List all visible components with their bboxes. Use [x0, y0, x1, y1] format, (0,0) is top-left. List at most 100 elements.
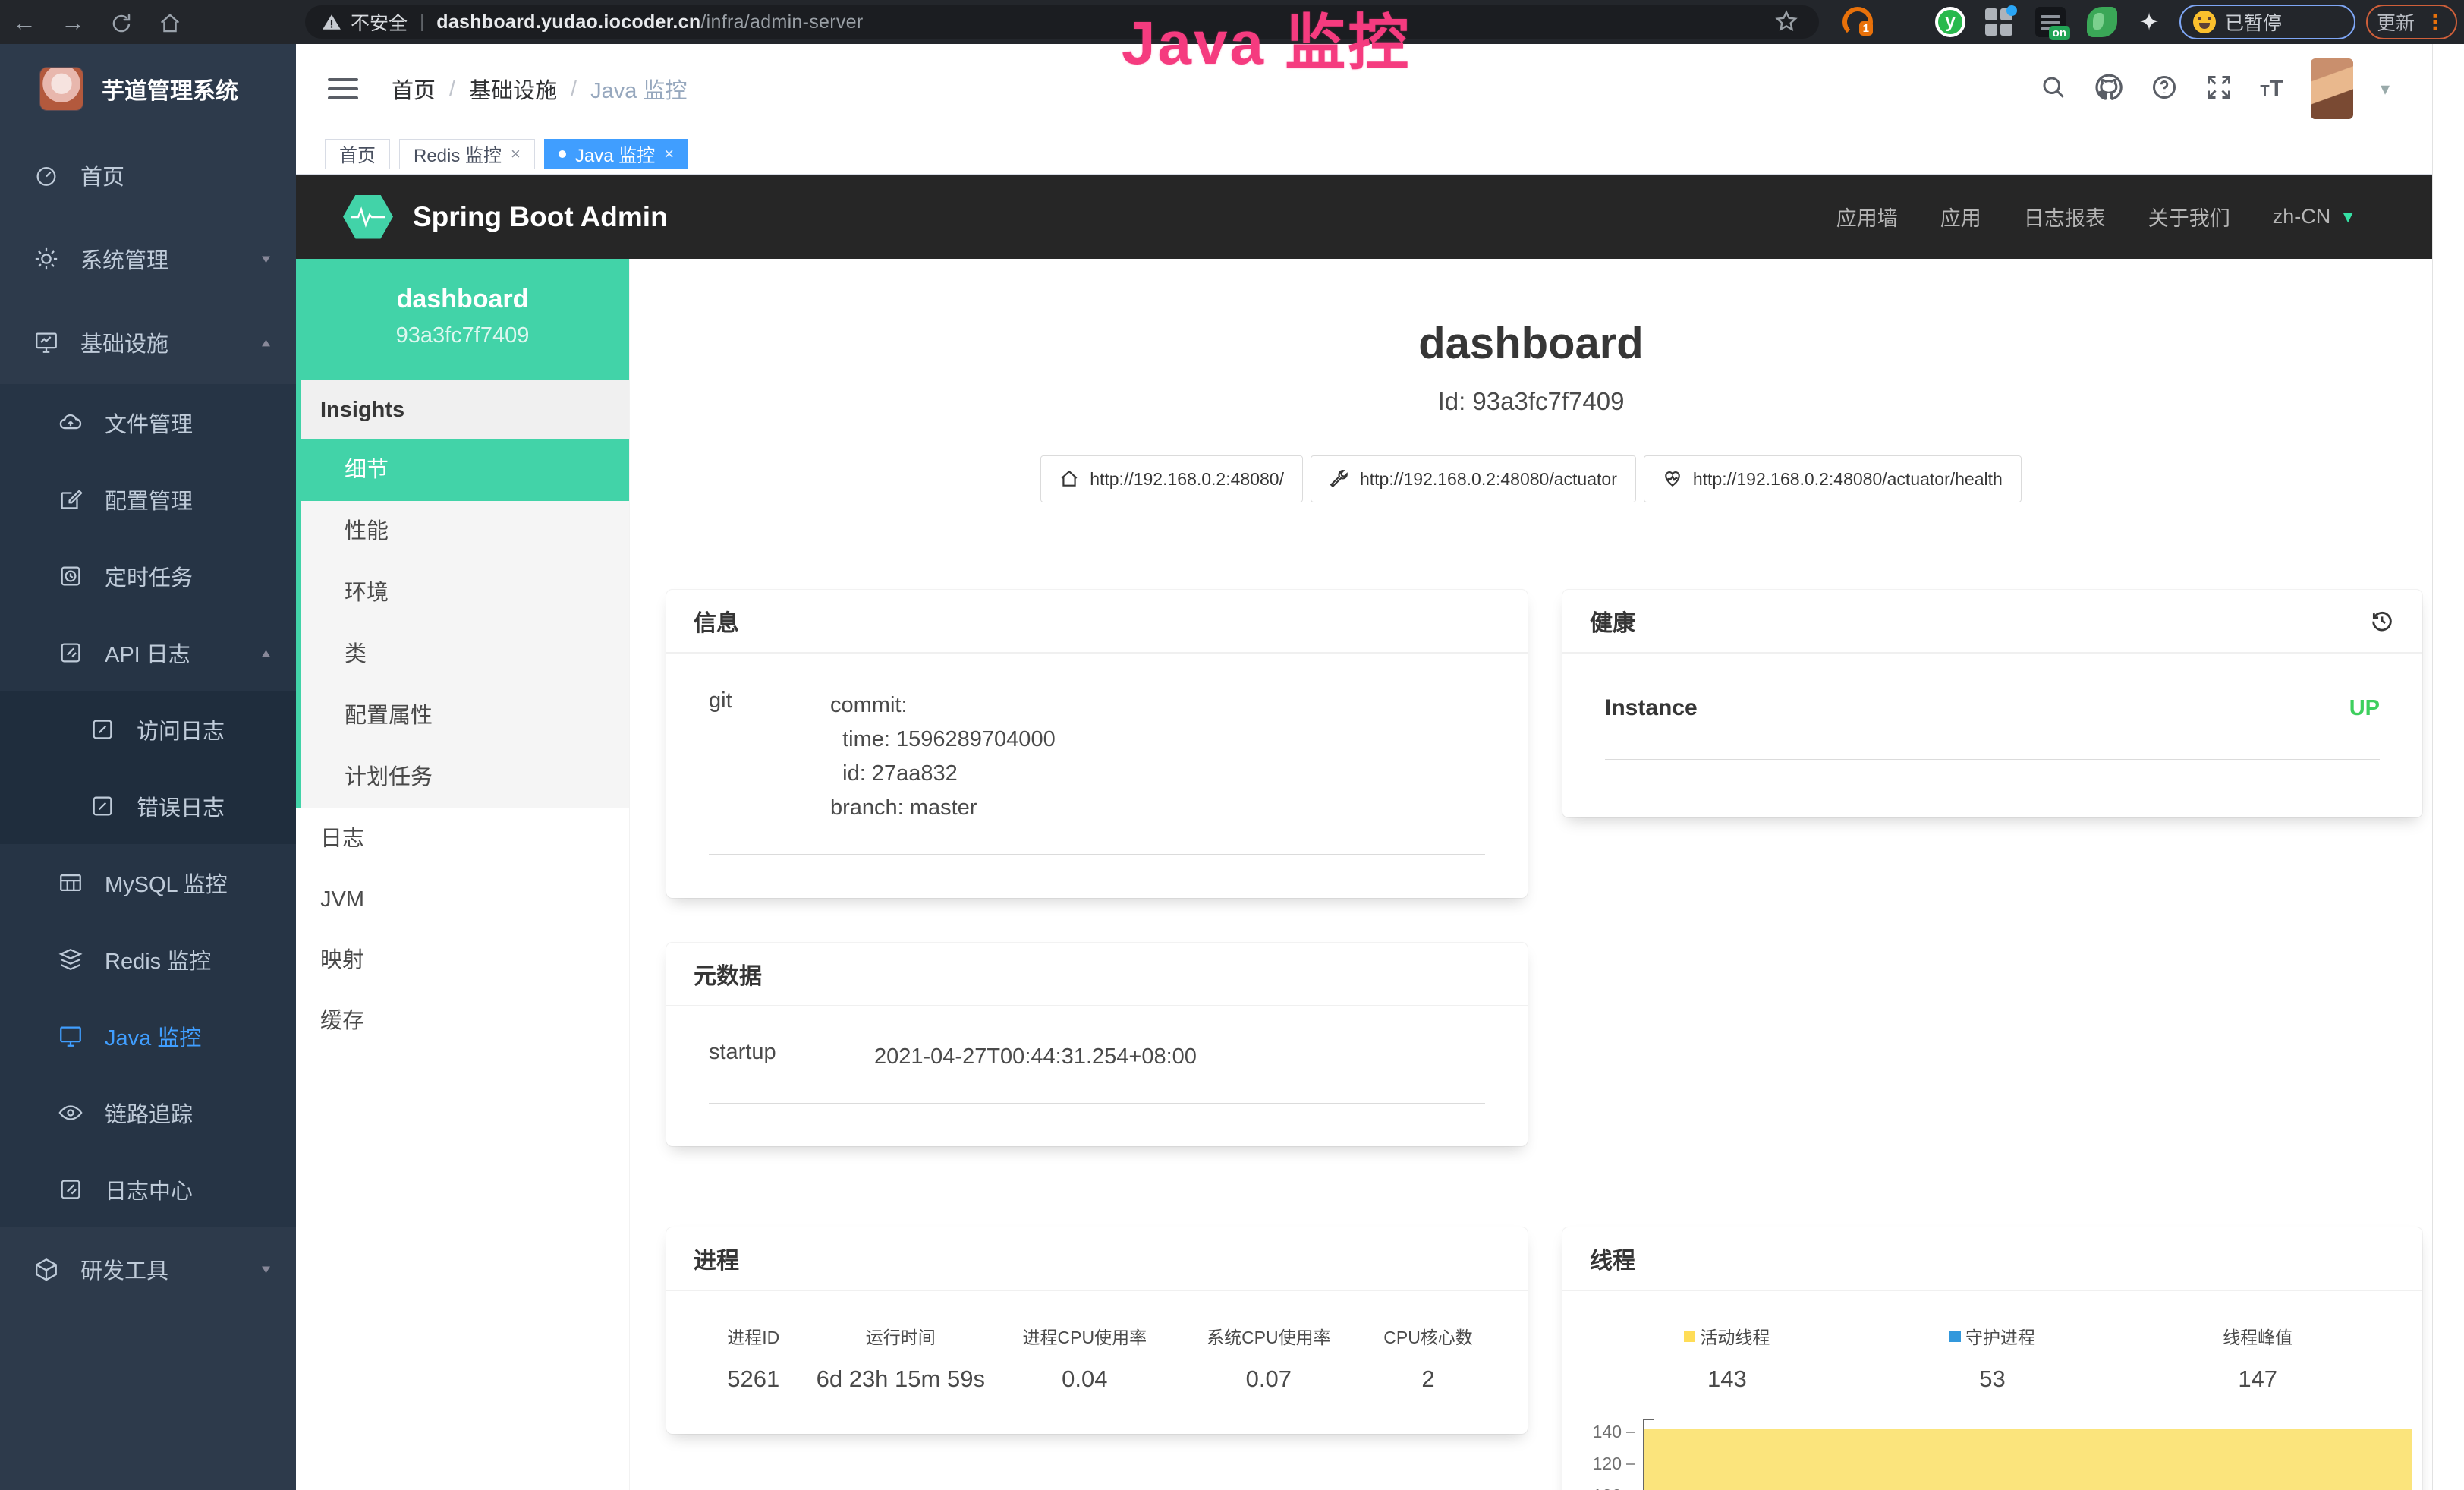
- log-icon: [90, 793, 115, 819]
- chrome-menu-icon[interactable]: ⋮: [2425, 10, 2447, 35]
- sba-item-env[interactable]: 环境: [301, 562, 629, 624]
- extension-y-icon[interactable]: y: [1935, 7, 1965, 37]
- sidebar-item-infra[interactable]: 基础设施 ▴: [0, 301, 296, 384]
- breadcrumb-infra[interactable]: 基础设施: [469, 73, 557, 105]
- sba-navbar: Spring Boot Admin 应用墙 应用 日志报表 关于我们 zh-CN…: [296, 175, 2432, 259]
- y-tick-120: 120: [1582, 1454, 1635, 1474]
- breadcrumb: 首页 / 基础设施 / Java 监控: [392, 73, 687, 105]
- sidebar-item-api-log[interactable]: API 日志 ▴: [0, 614, 296, 691]
- card-title: 健康: [1590, 604, 1635, 638]
- history-icon[interactable]: [2369, 608, 2395, 634]
- instance-name: dashboard: [296, 285, 629, 314]
- sidebar-item-redis[interactable]: Redis 监控: [0, 921, 296, 997]
- sidebar-item-tracing[interactable]: 链路追踪: [0, 1074, 296, 1151]
- profile-paused-chip[interactable]: 已暂停: [2179, 5, 2355, 39]
- sidebar-item-system[interactable]: 系统管理 ▾: [0, 217, 296, 301]
- sba-nav-journal[interactable]: 日志报表: [2024, 202, 2106, 232]
- extension-pin-icon[interactable]: [1894, 7, 1924, 37]
- service-url-button[interactable]: http://192.168.0.2:48080/: [1040, 455, 1303, 502]
- sidebar-item-files[interactable]: 文件管理: [0, 384, 296, 461]
- sba-item-jvm[interactable]: JVM: [296, 869, 629, 930]
- back-icon[interactable]: ←: [0, 8, 49, 36]
- log-icon: [58, 640, 83, 666]
- help-icon[interactable]: [2151, 74, 2178, 105]
- github-icon[interactable]: [2094, 73, 2123, 106]
- sba-item-details[interactable]: 细节: [301, 439, 629, 501]
- sba-item-metrics[interactable]: 性能: [301, 501, 629, 562]
- tab-redis[interactable]: Redis 监控 ×: [399, 139, 535, 169]
- monitor-icon: [58, 1023, 83, 1049]
- actuator-url-button[interactable]: http://192.168.0.2:48080/actuator: [1311, 455, 1636, 502]
- sba-item-logs[interactable]: 日志: [296, 808, 629, 869]
- info-card: 信息 git commit: time: 1596289704000 id: 2…: [666, 590, 1528, 898]
- address-divider: |: [420, 11, 424, 33]
- box-icon: [33, 1256, 59, 1282]
- sba-item-caches[interactable]: 缓存: [296, 991, 629, 1051]
- extension-switch-icon[interactable]: on: [2035, 7, 2066, 37]
- sba-nav-wall[interactable]: 应用墙: [1836, 202, 1898, 232]
- home-icon[interactable]: [146, 8, 194, 36]
- sidebar-item-job[interactable]: 定时任务: [0, 537, 296, 614]
- close-icon[interactable]: ×: [511, 144, 521, 164]
- scheduler-icon: [58, 563, 83, 589]
- breadcrumb-home[interactable]: 首页: [392, 73, 436, 105]
- emoji-face-icon: [2193, 11, 2216, 33]
- sba-nav-about[interactable]: 关于我们: [2148, 202, 2230, 232]
- stat-peak-threads: 线程峰值 147: [2125, 1323, 2390, 1393]
- chevron-down-icon: ▾: [262, 1262, 270, 1277]
- sba-brand[interactable]: Spring Boot Admin: [413, 201, 668, 233]
- sba-item-classes[interactable]: 类: [301, 624, 629, 685]
- sidebar-item-log-center[interactable]: 日志中心: [0, 1151, 296, 1227]
- stat-uptime: 运行时间 6d 23h 15m 59s: [809, 1323, 993, 1393]
- extension-colorzilla-icon[interactable]: 1: [1842, 7, 1873, 37]
- sidebar-item-config[interactable]: 配置管理: [0, 461, 296, 537]
- user-caret-icon[interactable]: ▾: [2381, 78, 2390, 100]
- sba-item-scheduled[interactable]: 计划任务: [301, 747, 629, 808]
- sidebar-item-java-monitor[interactable]: Java 监控: [0, 997, 296, 1074]
- fullscreen-icon[interactable]: [2205, 74, 2233, 105]
- sidebar-item-mysql[interactable]: MySQL 监控: [0, 844, 296, 921]
- chevron-down-icon: ▾: [262, 251, 270, 267]
- sba-item-mappings[interactable]: 映射: [296, 930, 629, 991]
- font-size-icon[interactable]: TT: [2260, 76, 2283, 102]
- sidebar-item-devtools[interactable]: 研发工具 ▾: [0, 1227, 296, 1311]
- extension-leaf-icon[interactable]: [2087, 7, 2117, 37]
- app-logo-row[interactable]: 芋道管理系统: [0, 44, 296, 134]
- infra-submenu: 文件管理 配置管理 定时任务 API 日志 ▴ 访问日志 错误日志: [0, 384, 296, 1227]
- close-icon[interactable]: ×: [664, 144, 674, 164]
- card-title: 信息: [694, 604, 739, 638]
- sidebar-item-error-log[interactable]: 错误日志: [0, 767, 296, 844]
- tab-java[interactable]: Java 监控 ×: [544, 139, 688, 169]
- locale-select[interactable]: zh-CN ▼: [2273, 205, 2356, 228]
- reload-icon[interactable]: [97, 8, 146, 36]
- chart-plot-area: [1643, 1419, 2412, 1490]
- extensions-puzzle-icon[interactable]: ✦: [2134, 7, 2164, 37]
- live-threads-area: [1644, 1429, 2412, 1490]
- health-url-button[interactable]: http://192.168.0.2:48080/actuator/health: [1644, 455, 2022, 502]
- address-bar[interactable]: 不安全 | dashboard.yudao.iocoder.cn/infra/a…: [305, 5, 1819, 39]
- health-row-instance[interactable]: Instance UP: [1605, 654, 2380, 760]
- user-avatar[interactable]: [2311, 58, 2353, 119]
- instance-header[interactable]: dashboard 93a3fc7f7409: [296, 259, 629, 380]
- scrollbar-gutter[interactable]: [2432, 44, 2464, 1490]
- sba-nav-applications[interactable]: 应用: [1940, 202, 1981, 232]
- url-text: dashboard.yudao.iocoder.cn/infra/admin-s…: [436, 11, 863, 33]
- card-title: 进程: [694, 1242, 739, 1275]
- home-icon: [1059, 469, 1079, 489]
- sidebar-item-home[interactable]: 首页: [0, 134, 296, 217]
- search-icon[interactable]: [2040, 74, 2067, 105]
- card-title: 线程: [1590, 1242, 1635, 1275]
- chrome-update-button[interactable]: 更新 ⋮: [2366, 5, 2457, 39]
- sidebar-item-access-log[interactable]: 访问日志: [0, 691, 296, 767]
- screen: ← → 不安全 | dashboard.yudao.iocoder.cn/inf…: [0, 0, 2464, 1490]
- active-dot: [559, 150, 566, 158]
- forward-icon[interactable]: →: [49, 8, 97, 36]
- sba-item-configprops[interactable]: 配置属性: [301, 685, 629, 747]
- eye-icon: [58, 1100, 83, 1126]
- update-label: 更新: [2377, 8, 2415, 36]
- tab-home[interactable]: 首页: [325, 139, 390, 169]
- sba-logo-icon[interactable]: [343, 195, 393, 239]
- collapse-sidebar-icon[interactable]: [328, 72, 358, 106]
- bookmark-star-icon[interactable]: [1774, 9, 1798, 37]
- extension-grid-icon[interactable]: [1984, 7, 2014, 37]
